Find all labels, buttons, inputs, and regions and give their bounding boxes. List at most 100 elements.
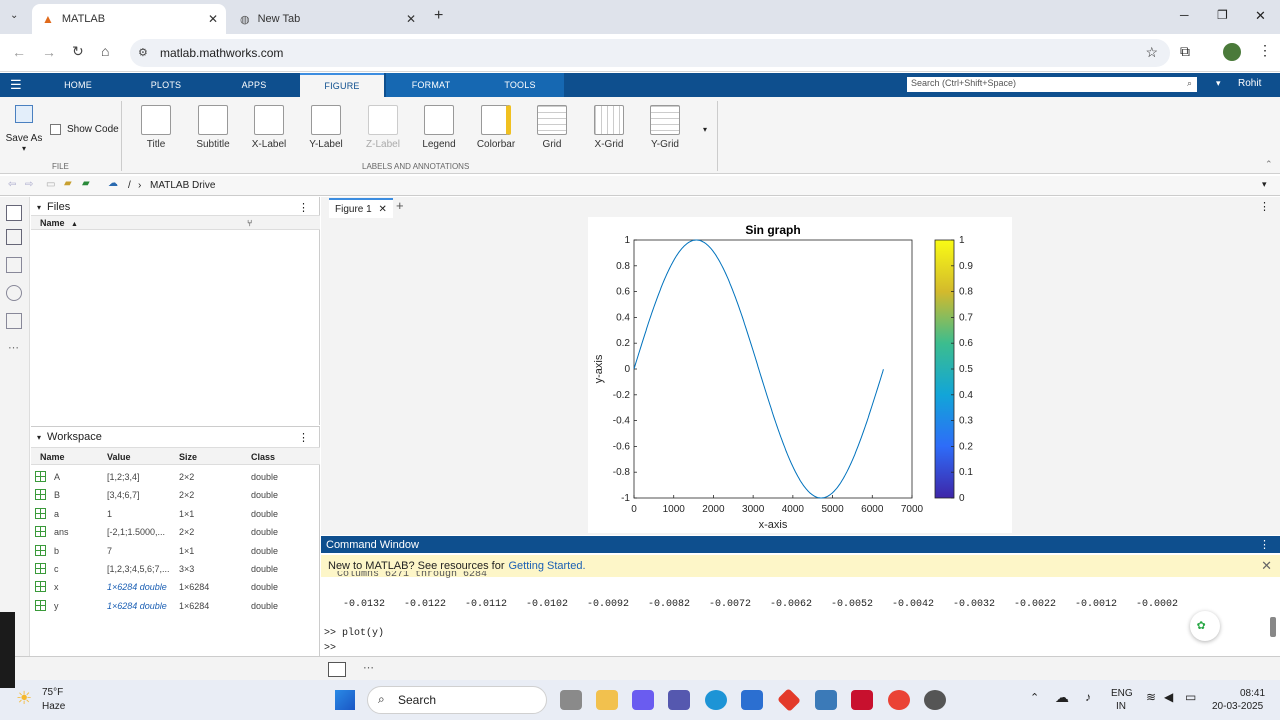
weather-temp[interactable]: 75°F — [42, 687, 63, 698]
workspace-row[interactable]: c [1,2,3;4,5,6;7,... 3×3 double — [32, 560, 320, 578]
site-info-icon[interactable]: ⚙ — [138, 46, 148, 59]
browser-tab-new[interactable]: ◍ New Tab ✕ — [230, 4, 424, 34]
back-icon[interactable]: ← — [12, 44, 26, 60]
region-code[interactable]: IN — [1116, 701, 1126, 712]
copilot-app-icon[interactable] — [632, 690, 654, 710]
maximize-button[interactable]: ❐ — [1217, 8, 1228, 22]
xlabel-button[interactable]: X-Label — [242, 105, 296, 150]
new-tab-button[interactable]: + — [434, 7, 443, 25]
folder-up-icon[interactable]: ▭ — [46, 179, 55, 190]
path-drive[interactable]: MATLAB Drive — [150, 180, 215, 191]
getting-started-link[interactable]: Getting Started. — [508, 560, 585, 572]
window-close-button[interactable]: ✕ — [1255, 8, 1266, 24]
save-as-button[interactable]: Save As ▾ — [5, 105, 43, 153]
ws-col-size[interactable]: Size — [179, 452, 197, 462]
workspace-row[interactable]: b 7 1×1 double — [32, 542, 320, 560]
workspace-row[interactable]: a 1 1×1 double — [32, 505, 320, 523]
sin-chart[interactable]: 0 1000 2000 3000 4000 5000 6000 7000 1 0.8 0.6 0.4 0… — [588, 217, 1012, 533]
taskbar-search[interactable]: ⌕ Search — [367, 686, 547, 714]
tab-figure[interactable]: FIGURE — [300, 73, 384, 97]
more-icon[interactable]: ⋯ — [8, 341, 21, 354]
files-panel-icon[interactable] — [6, 205, 22, 221]
copilot-fab[interactable]: ✿ — [1190, 611, 1220, 641]
project-icon[interactable] — [6, 257, 22, 273]
profile-avatar[interactable] — [1223, 43, 1241, 61]
hamburger-menu-icon[interactable]: ☰ — [10, 77, 22, 93]
subtitle-button[interactable]: Subtitle — [186, 105, 240, 150]
minimize-button[interactable]: ─ — [1180, 8, 1189, 22]
addons-icon[interactable] — [6, 313, 22, 329]
tab-format[interactable]: FORMAT — [386, 73, 476, 97]
panel-menu-icon[interactable]: ⋮ — [298, 431, 309, 444]
weather-desc[interactable]: Haze — [42, 701, 65, 712]
ygrid-button[interactable]: Y-Grid — [638, 105, 692, 150]
start-button[interactable] — [335, 690, 355, 710]
edge-icon[interactable] — [705, 690, 727, 710]
files-column-header[interactable]: Name ▲ ⑂ — [31, 215, 320, 230]
battery-icon[interactable]: ▭ — [1185, 690, 1196, 704]
path-dropdown-icon[interactable]: ▾ — [1262, 179, 1267, 190]
user-chevron-icon[interactable]: ▾ — [1216, 78, 1221, 89]
xgrid-button[interactable]: X-Grid — [582, 105, 636, 150]
colorbar-button[interactable]: Colorbar — [469, 105, 523, 150]
git-branch-icon[interactable]: ⑂ — [247, 218, 252, 228]
reload-icon[interactable]: ↻ — [72, 43, 84, 60]
panel-menu-icon[interactable]: ⋮ — [1259, 538, 1270, 551]
workspace-row[interactable]: A [1,2;3,4] 2×2 double — [32, 468, 320, 486]
clock-date[interactable]: 20-03-2025 — [1212, 701, 1263, 712]
store-icon[interactable] — [741, 690, 763, 710]
title-button[interactable]: Title — [129, 105, 183, 150]
workspace-row[interactable]: x 1×6284 double 1×6284 double — [32, 578, 320, 596]
scrollbar[interactable] — [1270, 617, 1276, 637]
figure-tab[interactable]: Figure 1 ✕ — [329, 198, 393, 218]
collapse-chevron-icon[interactable]: ▾ — [37, 433, 41, 442]
status-more-icon[interactable]: ⋯ — [363, 661, 374, 674]
browser-menu-icon[interactable]: ⋮ — [1258, 42, 1272, 59]
teams-icon[interactable] — [668, 690, 690, 710]
history-icon[interactable] — [6, 285, 22, 301]
close-icon[interactable]: ✕ — [378, 204, 386, 215]
microphone-icon[interactable]: ♪ — [1085, 690, 1091, 704]
volume-icon[interactable]: ◀ — [1164, 690, 1173, 704]
cloud-drive-icon[interactable]: ☁ — [108, 178, 118, 189]
tab-tools[interactable]: TOOLS — [476, 73, 564, 97]
weather-icon[interactable]: ☀ — [16, 688, 32, 709]
clock-time[interactable]: 08:41 — [1240, 688, 1265, 699]
path-back-icon[interactable]: ⇦ — [8, 179, 16, 190]
wifi-icon[interactable]: ≋ — [1146, 690, 1156, 704]
browse-folder-icon[interactable]: ▰ — [82, 178, 90, 189]
show-code-checkbox[interactable]: Show Code — [50, 124, 119, 135]
workspace-row[interactable]: y 1×6284 double 1×6284 double — [32, 597, 320, 615]
tab-list-chevron-icon[interactable]: ⌄ — [10, 10, 18, 21]
collapse-ribbon-icon[interactable]: ⌃ — [1265, 159, 1273, 170]
figure-menu-icon[interactable]: ⋮ — [1259, 200, 1270, 213]
ribbon-more-icon[interactable]: ▾ — [703, 125, 707, 134]
github-desktop-icon[interactable] — [924, 690, 946, 710]
tray-chevron-icon[interactable]: ⌃ — [1030, 691, 1039, 704]
grid-button[interactable]: Grid — [525, 105, 579, 150]
workspace-row[interactable]: B [3,4;6,7] 2×2 double — [32, 486, 320, 504]
matlab-search-input[interactable]: Search (Ctrl+Shift+Space) ⌕ — [907, 77, 1197, 92]
user-name[interactable]: Rohit — [1238, 78, 1261, 89]
tab-apps[interactable]: APPS — [218, 73, 290, 97]
ylabel-button[interactable]: Y-Label — [299, 105, 353, 150]
app-red-icon[interactable] — [777, 688, 801, 712]
command-window-body[interactable]: Columns 6271 through 6284 -0.0132 -0.0122… — [321, 571, 1280, 656]
python-icon[interactable] — [815, 690, 837, 710]
lang-code[interactable]: ENG — [1111, 688, 1133, 699]
add-figure-icon[interactable]: + — [396, 198, 404, 213]
file-manager-icon[interactable] — [560, 690, 582, 710]
workspace-row[interactable]: ans [-2,1;1.5000,... 2×2 double — [32, 523, 320, 541]
ws-col-value[interactable]: Value — [107, 452, 131, 462]
onedrive-icon[interactable]: ☁ — [1055, 689, 1069, 706]
bookmark-star-icon[interactable]: ☆ — [1145, 44, 1158, 61]
home-icon[interactable]: ⌂ — [101, 43, 109, 59]
legend-button[interactable]: Legend — [412, 105, 466, 150]
folder-icon[interactable] — [596, 690, 618, 710]
browser-tab-matlab[interactable]: ▲ MATLAB ✕ — [32, 4, 226, 34]
extensions-icon[interactable]: ⧉ — [1180, 43, 1190, 60]
ws-col-class[interactable]: Class — [251, 452, 275, 462]
path-forward-icon[interactable]: ⇨ — [25, 179, 33, 190]
chrome-icon[interactable] — [888, 690, 910, 710]
search-icon[interactable]: ⌕ — [1187, 78, 1192, 89]
